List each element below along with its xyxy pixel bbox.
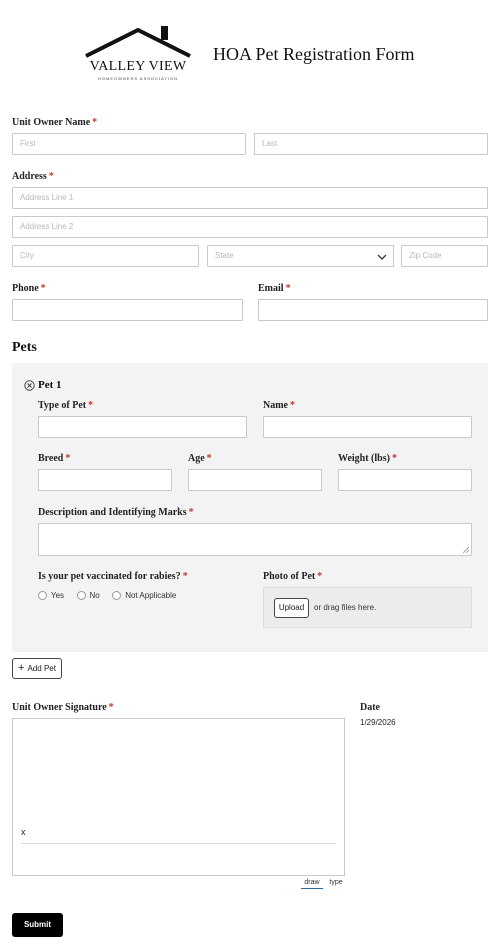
pet-type-input[interactable] (38, 416, 247, 438)
upload-button[interactable]: Upload (274, 598, 309, 618)
weight-label: Weight (lbs) * (338, 453, 397, 464)
address-line1-input[interactable]: Address Line 1 (12, 187, 488, 209)
logo-sub-text: HOMEOWNERS ASSOCIATION (98, 76, 178, 81)
chevron-down-icon (377, 254, 387, 260)
house-roof-icon (85, 26, 191, 58)
first-name-placeholder: First (20, 139, 36, 148)
photo-label: Photo of Pet * (263, 571, 322, 582)
pet-name-label: Name * (263, 400, 295, 411)
radio-button[interactable] (38, 591, 47, 600)
rabies-option-yes[interactable]: Yes (38, 591, 64, 600)
address-line2-placeholder: Address Line 2 (20, 222, 74, 231)
first-name-input[interactable]: First (12, 133, 246, 155)
email-label: Email * (258, 283, 291, 294)
radio-button[interactable] (76, 591, 86, 600)
submit-button[interactable]: Submit (12, 913, 63, 937)
required-mark: * (391, 453, 397, 464)
address-label: Address * (12, 171, 54, 182)
plus-icon: + (18, 662, 25, 674)
weight-input[interactable] (338, 469, 472, 491)
required-mark: * (188, 507, 194, 518)
pet-title: Pet 1 (38, 379, 62, 391)
rabies-label: Is your pet vaccinated for rabies? * (38, 571, 188, 582)
last-name-placeholder: Last (262, 139, 278, 148)
owner-name-label: Unit Owner Name * (12, 117, 97, 128)
add-pet-label: Add Pet (27, 664, 56, 673)
phone-label: Phone * (12, 283, 46, 294)
rabies-option-no[interactable]: No (76, 591, 100, 600)
address-line2-input[interactable]: Address Line 2 (12, 216, 488, 238)
signature-pad[interactable]: x (12, 718, 345, 876)
required-mark: * (92, 117, 98, 128)
address-label-text: Address (12, 171, 47, 182)
breed-label-text: Breed (38, 453, 64, 464)
rabies-label-text: Is your pet vaccinated for rabies? (38, 571, 181, 582)
required-mark: * (285, 283, 291, 294)
photo-label-text: Photo of Pet (263, 571, 316, 582)
city-input[interactable]: City (12, 245, 199, 267)
weight-label-text: Weight (lbs) (338, 453, 390, 464)
required-mark: * (88, 400, 94, 411)
rabies-option-not-applicable[interactable]: Not Applicable (112, 591, 176, 600)
radio-label: Yes (51, 591, 65, 600)
date-label: Date (360, 702, 380, 713)
date-value: 1/29/2026 (360, 718, 396, 727)
signature-label-text: Unit Owner Signature (12, 702, 107, 713)
page-title: HOA Pet Registration Form (213, 44, 415, 64)
pet-name-label-text: Name (263, 400, 288, 411)
logo-main-text: VALLEY VIEW (89, 59, 187, 74)
signature-line (21, 843, 336, 844)
hoa-logo: VALLEY VIEW HOMEOWNERS ASSOCIATION (84, 26, 192, 84)
age-input[interactable] (188, 469, 322, 491)
state-placeholder: State (215, 251, 234, 260)
email-input[interactable] (258, 299, 488, 321)
zip-code-placeholder: Zip Code (409, 251, 442, 260)
required-mark: * (108, 702, 114, 713)
phone-input[interactable] (12, 299, 243, 321)
pet-type-label-text: Type of Pet (38, 400, 87, 411)
required-mark: * (65, 453, 71, 464)
tab-type[interactable]: type (327, 879, 345, 886)
add-pet-button[interactable]: + Add Pet (12, 658, 62, 679)
upload-hint: or drag files here. (314, 603, 377, 612)
required-mark: * (40, 283, 46, 294)
pets-heading: Pets (12, 340, 37, 355)
email-label-text: Email (258, 283, 284, 294)
required-mark: * (317, 571, 323, 582)
radio-button[interactable] (112, 591, 122, 600)
required-mark: * (290, 400, 295, 411)
rabies-radio-group: Yes No Not Applicable (38, 587, 184, 605)
owner-name-label-text: Unit Owner Name (12, 117, 91, 128)
city-placeholder: City (20, 251, 34, 260)
age-label: Age * (188, 453, 212, 464)
radio-label: No (89, 591, 100, 600)
required-mark: * (206, 453, 212, 464)
last-name-input[interactable]: Last (254, 133, 488, 155)
remove-pet-icon[interactable] (24, 380, 35, 391)
required-mark: * (48, 171, 54, 182)
tab-draw[interactable]: draw (301, 879, 323, 889)
description-label: Description and Identifying Marks * (38, 507, 194, 518)
state-select[interactable]: State (207, 245, 394, 267)
radio-label: Not Applicable (125, 591, 177, 600)
description-label-text: Description and Identifying Marks (38, 507, 187, 518)
required-mark: * (182, 571, 188, 582)
zip-code-input[interactable]: Zip Code (401, 245, 488, 267)
phone-label-text: Phone (12, 283, 39, 294)
description-textarea[interactable] (38, 523, 472, 556)
breed-input[interactable] (38, 469, 172, 491)
resize-handle-icon[interactable] (463, 547, 469, 553)
signature-x-mark: x (21, 827, 26, 837)
pet-name-input[interactable] (263, 416, 472, 438)
signature-label: Unit Owner Signature * (12, 702, 114, 713)
address-line1-placeholder: Address Line 1 (20, 193, 74, 202)
pet-type-label: Type of Pet * (38, 400, 93, 411)
photo-dropzone[interactable]: Upload or drag files here. (263, 587, 472, 628)
age-label-text: Age (188, 453, 205, 464)
breed-label: Breed * (38, 453, 70, 464)
